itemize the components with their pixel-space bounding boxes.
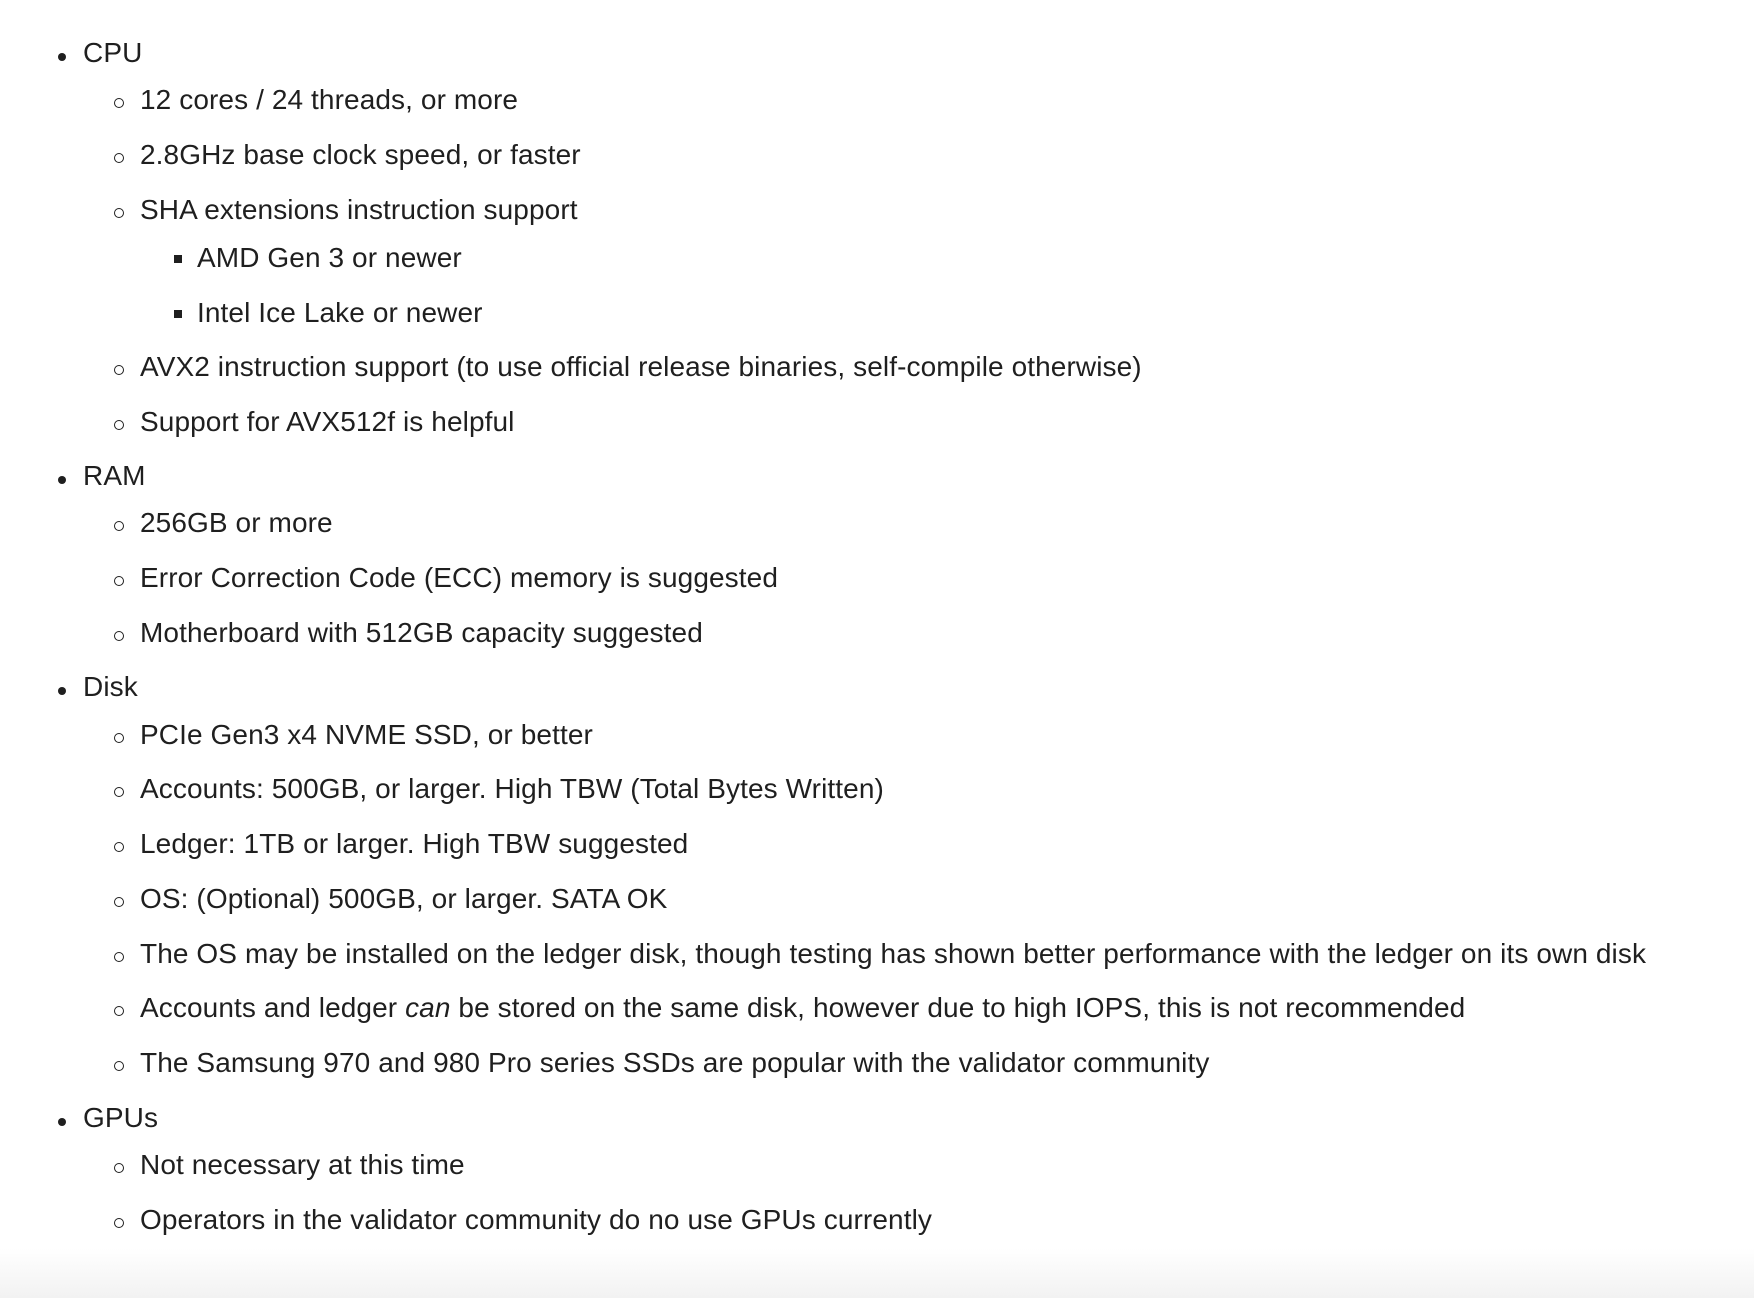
- list-item-text: OS: (Optional) 500GB, or larger. SATA OK: [140, 883, 668, 914]
- section-label: Disk: [83, 671, 138, 702]
- list-item-text: Support for AVX512f is helpful: [140, 406, 515, 437]
- list-item-text: 256GB or more: [140, 507, 333, 538]
- list-item-text: Intel Ice Lake or newer: [197, 297, 483, 328]
- bullet-circle-icon: [114, 521, 124, 531]
- bullet-circle-icon: [114, 208, 124, 218]
- bullet-circle-icon: [114, 98, 124, 108]
- list-item-text: SHA extensions instruction support: [140, 194, 578, 225]
- text-segment: Accounts and ledger: [140, 992, 406, 1023]
- bullet-circle-icon: [114, 153, 124, 163]
- list-item-text: The OS may be installed on the ledger di…: [140, 938, 1647, 969]
- list-item-text: Accounts and ledger can be stored on the…: [140, 991, 1465, 1025]
- section-label: GPUs: [83, 1102, 159, 1133]
- bullet-circle-icon: [114, 952, 124, 962]
- emphasis-text: can: [405, 992, 451, 1023]
- bullet-circle-icon: [114, 365, 124, 375]
- text-segment: be stored on the same disk, however due …: [450, 992, 1466, 1023]
- bullet-disc-icon: [58, 687, 66, 695]
- bullet-circle-icon: [114, 631, 124, 641]
- bullet-circle-icon: [114, 842, 124, 852]
- bullet-circle-icon: [114, 733, 124, 743]
- list-item-text: Operators in the validator community do …: [140, 1204, 932, 1235]
- bullet-circle-icon: [114, 576, 124, 586]
- bullet-circle-icon: [114, 1061, 124, 1071]
- list-item-text: 2.8GHz base clock speed, or faster: [140, 139, 581, 170]
- bullet-circle-icon: [114, 1163, 124, 1173]
- list-item-text: Error Correction Code (ECC) memory is su…: [140, 562, 779, 593]
- list-item-text: Ledger: 1TB or larger. High TBW suggeste…: [140, 828, 689, 859]
- list-item-text: AMD Gen 3 or newer: [197, 242, 462, 273]
- bullet-circle-icon: [114, 420, 124, 430]
- list-item-text: The Samsung 970 and 980 Pro series SSDs …: [140, 1047, 1210, 1078]
- list-item-text: PCIe Gen3 x4 NVME SSD, or better: [140, 719, 593, 750]
- list-item-text: Accounts: 500GB, or larger. High TBW (To…: [140, 773, 884, 804]
- bullet-square-icon: [174, 310, 182, 318]
- list-item-text: Motherboard with 512GB capacity suggeste…: [140, 617, 703, 648]
- hardware-requirements-list: CPU 12 cores / 24 threads, or more 2.8GH…: [0, 0, 1754, 1298]
- bullet-disc-icon: [58, 476, 66, 484]
- bullet-square-icon: [174, 255, 182, 263]
- section-label: RAM: [83, 460, 146, 491]
- section-label: CPU: [83, 37, 143, 68]
- list-item-text: Not necessary at this time: [140, 1149, 465, 1180]
- list-item-text: 12 cores / 24 threads, or more: [140, 84, 519, 115]
- bullet-disc-icon: [58, 53, 66, 61]
- bullet-circle-icon: [114, 1218, 124, 1228]
- list-item-text: AVX2 instruction support (to use officia…: [140, 351, 1142, 382]
- bullet-circle-icon: [114, 787, 124, 797]
- bullet-disc-icon: [58, 1118, 66, 1126]
- bullet-circle-icon: [114, 1006, 124, 1016]
- bullet-circle-icon: [114, 897, 124, 907]
- bottom-shadow: [0, 1248, 1754, 1298]
